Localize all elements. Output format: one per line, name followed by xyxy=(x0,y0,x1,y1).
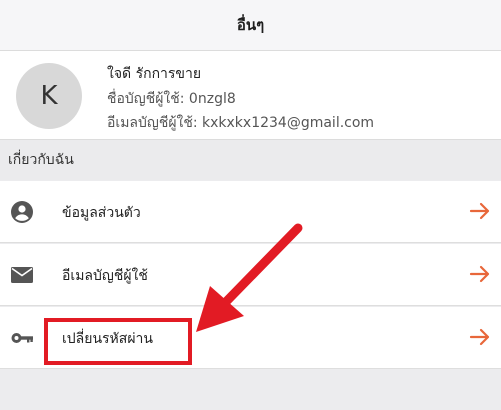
annotation-highlight-box xyxy=(44,318,192,365)
profile-card: K ใจดี รักการขาย ชื่อบัญชีผู้ใช้: 0nzgl8… xyxy=(0,51,501,139)
avatar: K xyxy=(16,63,82,129)
profile-email: อีเมลบัญชีผู้ใช้: kxkxkx1234@gmail.com xyxy=(107,115,375,131)
arrow-right-icon xyxy=(469,326,491,348)
profile-name: ใจดี รักการขาย xyxy=(107,66,202,82)
section-title: เกี่ยวกับฉัน xyxy=(8,152,74,168)
key-icon xyxy=(10,326,34,350)
section-header-about-me: เกี่ยวกับฉัน xyxy=(0,139,501,180)
arrow-right-icon xyxy=(469,263,491,285)
menu-item-label: อีเมลบัญชีผู้ใช้ xyxy=(62,268,148,284)
annotation-arrow-icon xyxy=(196,223,303,332)
person-icon xyxy=(10,200,34,224)
mail-icon xyxy=(10,263,34,287)
profile-username: ชื่อบัญชีผู้ใช้: 0nzgl8 xyxy=(107,91,236,107)
page-title: อื่นๆ xyxy=(236,16,265,34)
menu-item-label: ข้อมูลส่วนตัว xyxy=(62,205,141,221)
avatar-letter: K xyxy=(40,81,58,111)
page-header: อื่นๆ xyxy=(0,0,501,51)
arrow-right-icon xyxy=(469,200,491,222)
